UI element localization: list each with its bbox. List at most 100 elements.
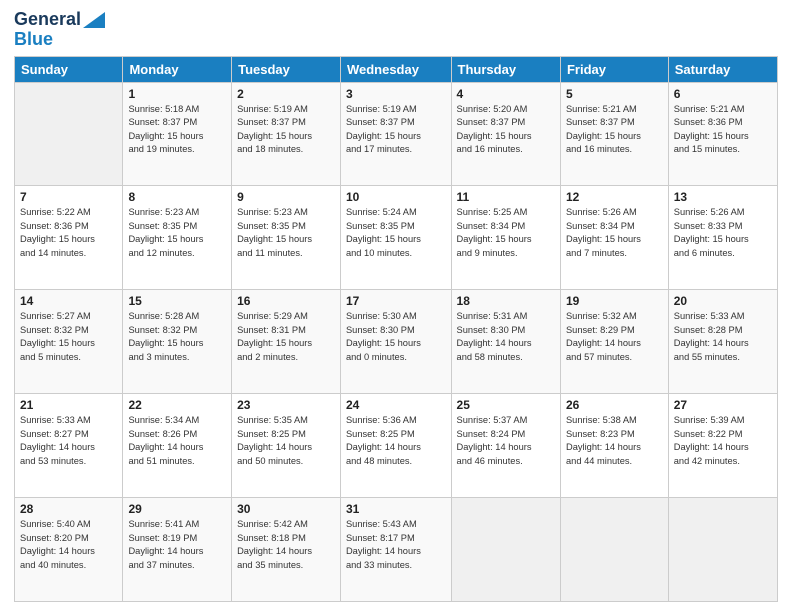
calendar-cell: 26 Sunrise: 5:38 AM Sunset: 8:23 PM Dayli… <box>560 394 668 498</box>
day-info: Sunrise: 5:31 AM Sunset: 8:30 PM Dayligh… <box>457 310 555 364</box>
day-number: 25 <box>457 398 555 412</box>
calendar-cell <box>560 498 668 602</box>
calendar-cell: 3 Sunrise: 5:19 AM Sunset: 8:37 PM Daylig… <box>340 82 451 186</box>
weekday-header-sunday: Sunday <box>15 56 123 82</box>
calendar-cell: 12 Sunrise: 5:26 AM Sunset: 8:34 PM Dayli… <box>560 186 668 290</box>
calendar-cell: 15 Sunrise: 5:28 AM Sunset: 8:32 PM Dayli… <box>123 290 232 394</box>
day-number: 14 <box>20 294 117 308</box>
day-info: Sunrise: 5:42 AM Sunset: 8:18 PM Dayligh… <box>237 518 335 572</box>
day-info: Sunrise: 5:35 AM Sunset: 8:25 PM Dayligh… <box>237 414 335 468</box>
day-number: 4 <box>457 87 555 101</box>
day-info: Sunrise: 5:28 AM Sunset: 8:32 PM Dayligh… <box>128 310 226 364</box>
day-info: Sunrise: 5:25 AM Sunset: 8:34 PM Dayligh… <box>457 206 555 260</box>
day-info: Sunrise: 5:20 AM Sunset: 8:37 PM Dayligh… <box>457 103 555 157</box>
day-number: 10 <box>346 190 446 204</box>
day-number: 27 <box>674 398 772 412</box>
day-number: 16 <box>237 294 335 308</box>
day-info: Sunrise: 5:36 AM Sunset: 8:25 PM Dayligh… <box>346 414 446 468</box>
day-number: 7 <box>20 190 117 204</box>
day-info: Sunrise: 5:40 AM Sunset: 8:20 PM Dayligh… <box>20 518 117 572</box>
calendar-cell <box>668 498 777 602</box>
weekday-header-wednesday: Wednesday <box>340 56 451 82</box>
calendar-cell: 17Sunrise: 5:30 AM Sunset: 8:30 PM Dayli… <box>340 290 451 394</box>
logo-general: General <box>14 10 81 30</box>
day-info: Sunrise: 5:27 AM Sunset: 8:32 PM Dayligh… <box>20 310 117 364</box>
day-info: Sunrise: 5:18 AM Sunset: 8:37 PM Dayligh… <box>128 103 226 157</box>
day-info: Sunrise: 5:21 AM Sunset: 8:37 PM Dayligh… <box>566 103 663 157</box>
day-info: Sunrise: 5:19 AM Sunset: 8:37 PM Dayligh… <box>346 103 446 157</box>
calendar-cell: 31Sunrise: 5:43 AM Sunset: 8:17 PM Dayli… <box>340 498 451 602</box>
day-number: 15 <box>128 294 226 308</box>
day-number: 2 <box>237 87 335 101</box>
calendar-cell: 19Sunrise: 5:32 AM Sunset: 8:29 PM Dayli… <box>560 290 668 394</box>
calendar-cell: 8 Sunrise: 5:23 AM Sunset: 8:35 PM Daylig… <box>123 186 232 290</box>
day-number: 6 <box>674 87 772 101</box>
calendar-week-0: 1Sunrise: 5:18 AM Sunset: 8:37 PM Daylig… <box>15 82 778 186</box>
day-number: 12 <box>566 190 663 204</box>
calendar-cell: 30Sunrise: 5:42 AM Sunset: 8:18 PM Dayli… <box>232 498 341 602</box>
weekday-header-tuesday: Tuesday <box>232 56 341 82</box>
calendar-cell: 13 Sunrise: 5:26 AM Sunset: 8:33 PM Dayli… <box>668 186 777 290</box>
day-info: Sunrise: 5:33 AM Sunset: 8:28 PM Dayligh… <box>674 310 772 364</box>
day-info: Sunrise: 5:23 AM Sunset: 8:35 PM Dayligh… <box>237 206 335 260</box>
page-container: General Blue SundayMondayTuesdayWednesda… <box>0 0 792 612</box>
day-info: Sunrise: 5:39 AM Sunset: 8:22 PM Dayligh… <box>674 414 772 468</box>
logo-blue: Blue <box>14 30 53 50</box>
day-number: 28 <box>20 502 117 516</box>
weekday-header-saturday: Saturday <box>668 56 777 82</box>
calendar-cell: 7 Sunrise: 5:22 AM Sunset: 8:36 PM Daylig… <box>15 186 123 290</box>
day-info: Sunrise: 5:43 AM Sunset: 8:17 PM Dayligh… <box>346 518 446 572</box>
calendar-cell: 22 Sunrise: 5:34 AM Sunset: 8:26 PM Dayli… <box>123 394 232 498</box>
calendar-cell: 25 Sunrise: 5:37 AM Sunset: 8:24 PM Dayli… <box>451 394 560 498</box>
day-info: Sunrise: 5:41 AM Sunset: 8:19 PM Dayligh… <box>128 518 226 572</box>
calendar-cell: 24Sunrise: 5:36 AM Sunset: 8:25 PM Dayli… <box>340 394 451 498</box>
calendar-cell: 6 Sunrise: 5:21 AM Sunset: 8:36 PM Daylig… <box>668 82 777 186</box>
calendar-cell: 20Sunrise: 5:33 AM Sunset: 8:28 PM Dayli… <box>668 290 777 394</box>
weekday-header-friday: Friday <box>560 56 668 82</box>
day-number: 17 <box>346 294 446 308</box>
calendar-cell: 29 Sunrise: 5:41 AM Sunset: 8:19 PM Dayli… <box>123 498 232 602</box>
calendar-cell: 5 Sunrise: 5:21 AM Sunset: 8:37 PM Daylig… <box>560 82 668 186</box>
day-number: 3 <box>346 87 446 101</box>
day-info: Sunrise: 5:38 AM Sunset: 8:23 PM Dayligh… <box>566 414 663 468</box>
day-number: 26 <box>566 398 663 412</box>
calendar-cell: 9 Sunrise: 5:23 AM Sunset: 8:35 PM Daylig… <box>232 186 341 290</box>
calendar-cell <box>451 498 560 602</box>
calendar-cell: 1Sunrise: 5:18 AM Sunset: 8:37 PM Daylig… <box>123 82 232 186</box>
day-info: Sunrise: 5:21 AM Sunset: 8:36 PM Dayligh… <box>674 103 772 157</box>
day-info: Sunrise: 5:34 AM Sunset: 8:26 PM Dayligh… <box>128 414 226 468</box>
day-number: 29 <box>128 502 226 516</box>
day-info: Sunrise: 5:22 AM Sunset: 8:36 PM Dayligh… <box>20 206 117 260</box>
day-info: Sunrise: 5:23 AM Sunset: 8:35 PM Dayligh… <box>128 206 226 260</box>
day-info: Sunrise: 5:26 AM Sunset: 8:33 PM Dayligh… <box>674 206 772 260</box>
calendar-cell: 10 Sunrise: 5:24 AM Sunset: 8:35 PM Dayli… <box>340 186 451 290</box>
calendar-cell: 23 Sunrise: 5:35 AM Sunset: 8:25 PM Dayli… <box>232 394 341 498</box>
calendar-week-4: 28 Sunrise: 5:40 AM Sunset: 8:20 PM Dayli… <box>15 498 778 602</box>
day-info: Sunrise: 5:26 AM Sunset: 8:34 PM Dayligh… <box>566 206 663 260</box>
calendar-week-2: 14 Sunrise: 5:27 AM Sunset: 8:32 PM Dayli… <box>15 290 778 394</box>
calendar-cell: 14 Sunrise: 5:27 AM Sunset: 8:32 PM Dayli… <box>15 290 123 394</box>
weekday-header-monday: Monday <box>123 56 232 82</box>
day-info: Sunrise: 5:24 AM Sunset: 8:35 PM Dayligh… <box>346 206 446 260</box>
calendar-body: 1Sunrise: 5:18 AM Sunset: 8:37 PM Daylig… <box>15 82 778 601</box>
calendar-cell: 21Sunrise: 5:33 AM Sunset: 8:27 PM Dayli… <box>15 394 123 498</box>
day-number: 11 <box>457 190 555 204</box>
day-info: Sunrise: 5:37 AM Sunset: 8:24 PM Dayligh… <box>457 414 555 468</box>
day-number: 9 <box>237 190 335 204</box>
day-info: Sunrise: 5:29 AM Sunset: 8:31 PM Dayligh… <box>237 310 335 364</box>
calendar-week-1: 7 Sunrise: 5:22 AM Sunset: 8:36 PM Daylig… <box>15 186 778 290</box>
day-info: Sunrise: 5:19 AM Sunset: 8:37 PM Dayligh… <box>237 103 335 157</box>
day-number: 13 <box>674 190 772 204</box>
day-number: 8 <box>128 190 226 204</box>
calendar-week-3: 21Sunrise: 5:33 AM Sunset: 8:27 PM Dayli… <box>15 394 778 498</box>
day-number: 5 <box>566 87 663 101</box>
day-number: 19 <box>566 294 663 308</box>
calendar-cell: 4 Sunrise: 5:20 AM Sunset: 8:37 PM Daylig… <box>451 82 560 186</box>
calendar-cell: 28 Sunrise: 5:40 AM Sunset: 8:20 PM Dayli… <box>15 498 123 602</box>
day-number: 22 <box>128 398 226 412</box>
calendar-cell: 16 Sunrise: 5:29 AM Sunset: 8:31 PM Dayli… <box>232 290 341 394</box>
weekday-header-thursday: Thursday <box>451 56 560 82</box>
calendar-cell <box>15 82 123 186</box>
header: General Blue <box>14 10 778 50</box>
day-number: 23 <box>237 398 335 412</box>
